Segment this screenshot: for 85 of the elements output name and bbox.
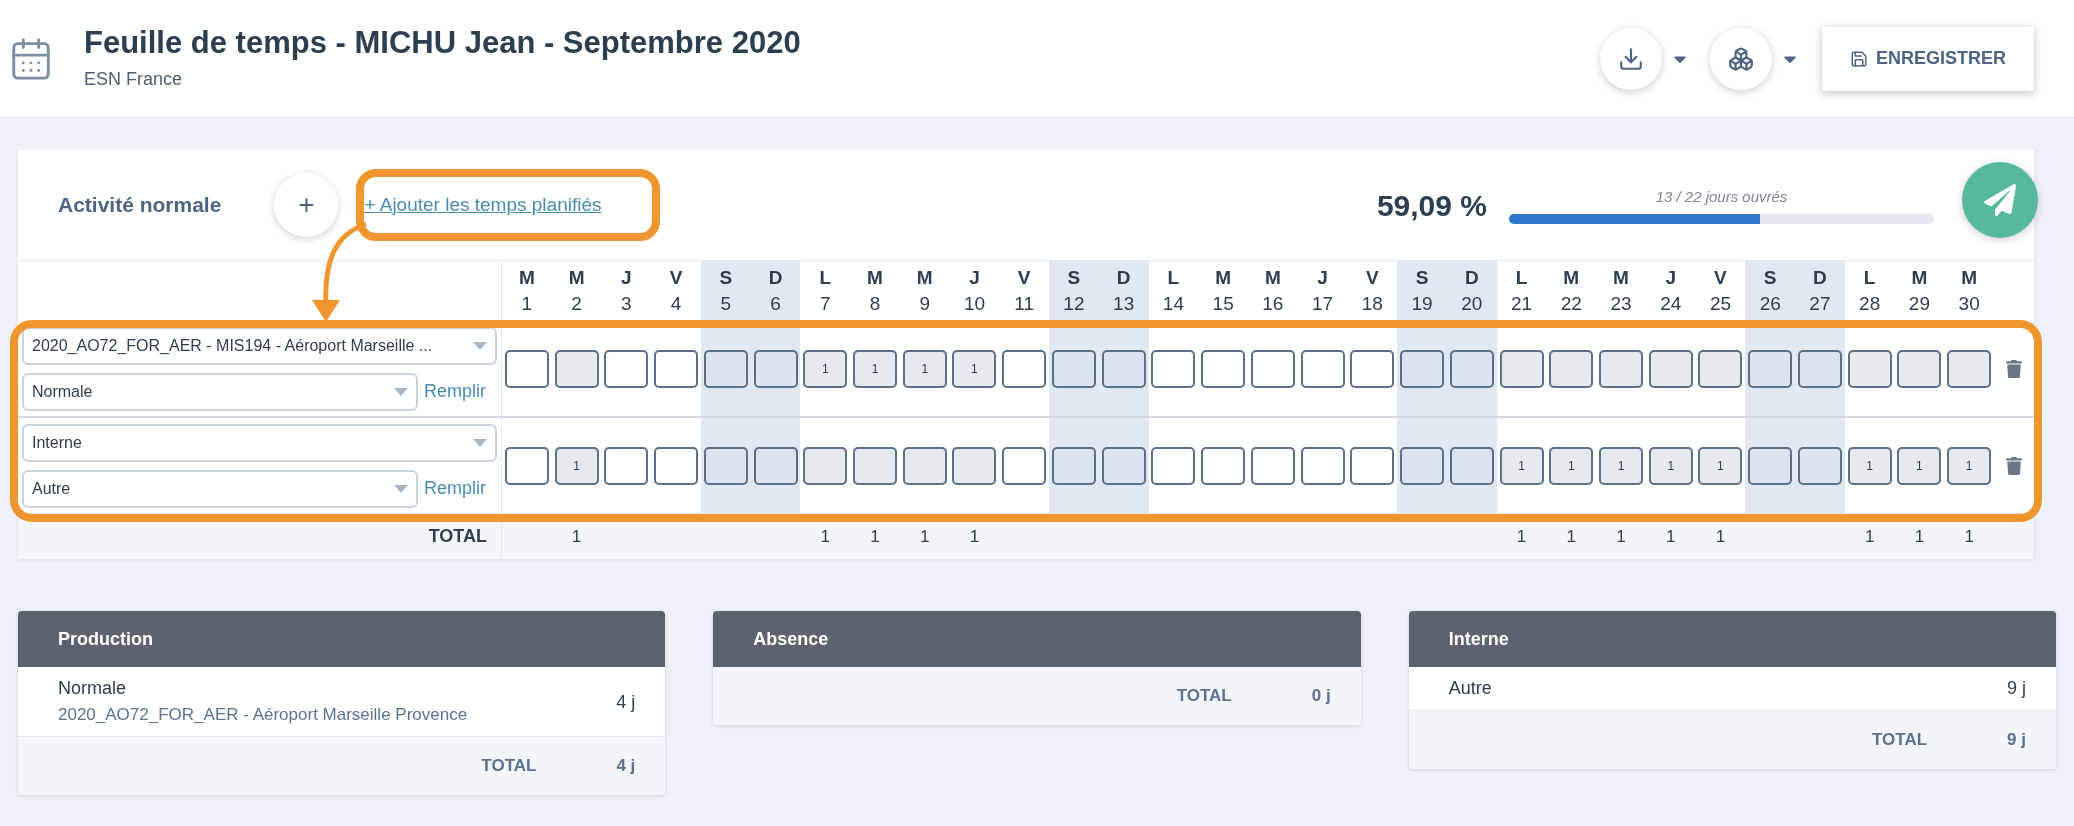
entry-value: 9 j — [2006, 677, 2026, 700]
project-select[interactable]: 2020_AO72_FOR_AER - MIS194 - Aéroport Marseille ... — [22, 326, 497, 365]
time-input[interactable]: 1 — [1698, 446, 1743, 485]
day-total: 1 — [1715, 525, 1726, 548]
day-header: S 5 — [700, 261, 751, 321]
entry-value: 4 j — [616, 691, 636, 714]
day-header: L 7 — [818, 266, 833, 316]
time-input[interactable]: 1 — [554, 446, 599, 485]
project-select[interactable]: Interne — [22, 423, 497, 462]
time-input[interactable]: 1 — [1648, 446, 1693, 485]
day-header: M 30 — [1957, 266, 1981, 316]
day-total: 1 — [1516, 525, 1527, 548]
progress-caption: 13 / 22 jours ouvrés — [1655, 186, 1788, 207]
day-total: 1 — [1666, 525, 1676, 548]
page-title: Feuille de temps - MICHU Jean - Septembre 2020 — [84, 23, 801, 62]
day-header: L 21 — [1509, 266, 1534, 316]
day-header: J 17 — [1311, 266, 1335, 316]
time-input[interactable]: 1 — [1847, 446, 1892, 485]
day-header: M 9 — [915, 266, 934, 316]
day-header: L 28 — [1858, 266, 1882, 316]
completion-percentage: 59,09 % — [1376, 187, 1487, 224]
day-header: S 26 — [1745, 261, 1796, 321]
day-total: 1 — [870, 525, 880, 548]
summary-total-value: 0 j — [1311, 685, 1331, 708]
summary-title: Interne — [1448, 627, 1509, 651]
day-total: 1 — [969, 525, 980, 548]
fill-link[interactable]: Remplir — [424, 378, 486, 405]
day-total: 1 — [1616, 525, 1626, 548]
save-button[interactable]: ENREGISTRER — [1821, 26, 2034, 91]
day-header: D 27 — [1795, 261, 1845, 321]
day-header: M 2 — [567, 266, 586, 316]
day-header: V 11 — [1013, 266, 1036, 316]
time-input[interactable]: 1 — [1897, 446, 1942, 485]
day-header: M 29 — [1907, 266, 1931, 316]
day-header: M 8 — [866, 266, 884, 316]
time-input[interactable]: 1 — [803, 349, 848, 388]
day-header: L 14 — [1161, 266, 1185, 316]
day-header: M 16 — [1261, 266, 1285, 316]
entry-detail: 2020_AO72_FOR_AER - Aéroport Marseille Provence — [58, 704, 468, 726]
add-planned-times-link[interactable]: + Ajouter les temps planifiés — [364, 190, 602, 220]
day-header: M 22 — [1559, 266, 1583, 316]
day-header: J 10 — [962, 266, 987, 316]
add-button[interactable]: + — [274, 173, 339, 237]
summary-title: Production — [58, 627, 153, 651]
total-label: TOTAL — [428, 525, 487, 548]
day-total: 1 — [1566, 525, 1576, 548]
day-total: 1 — [1864, 525, 1875, 548]
day-header: V 4 — [668, 266, 684, 316]
day-header: D 20 — [1446, 261, 1497, 321]
type-select[interactable]: Autre — [22, 469, 418, 508]
day-header: S 19 — [1397, 261, 1447, 321]
day-header: V 18 — [1360, 266, 1384, 316]
summary-total-value: 4 j — [616, 754, 636, 777]
summary-total-label: TOTAL — [1872, 729, 1928, 752]
section-title: Activité normale — [58, 192, 222, 219]
day-header: M 23 — [1609, 266, 1633, 316]
day-header: M 1 — [517, 266, 536, 316]
time-input[interactable]: 1 — [902, 349, 947, 388]
day-header: J 3 — [620, 266, 633, 316]
time-input[interactable]: 1 — [1549, 446, 1594, 485]
day-header: S 12 — [1049, 261, 1099, 321]
type-select[interactable]: Normale — [22, 372, 418, 411]
day-total: 1 — [1964, 525, 1974, 548]
day-header: M 15 — [1211, 266, 1235, 316]
day-total: 1 — [1914, 525, 1925, 548]
day-total: 1 — [820, 525, 830, 548]
summary-total-value: 9 j — [2007, 729, 2026, 752]
time-input[interactable]: 1 — [1499, 446, 1544, 485]
entry-label: Normale — [58, 677, 128, 700]
time-input[interactable]: 1 — [1947, 446, 1992, 485]
day-total: 1 — [571, 525, 582, 548]
day-header: D 6 — [750, 261, 801, 321]
company-name: ESN France — [84, 68, 184, 92]
summary-total-label: TOTAL — [1176, 685, 1232, 708]
day-header: J 24 — [1659, 266, 1683, 316]
fill-link[interactable]: Remplir — [424, 475, 486, 502]
time-input[interactable]: 1 — [1599, 446, 1643, 485]
time-input[interactable]: 1 — [952, 349, 997, 388]
entry-label: Autre — [1448, 677, 1492, 700]
day-header: V 25 — [1708, 266, 1733, 316]
time-input[interactable]: 1 — [853, 349, 897, 388]
summary-title: Absence — [753, 627, 829, 651]
summary-total-label: TOTAL — [481, 754, 537, 777]
day-total: 1 — [920, 525, 930, 548]
day-header: D 13 — [1098, 261, 1149, 321]
